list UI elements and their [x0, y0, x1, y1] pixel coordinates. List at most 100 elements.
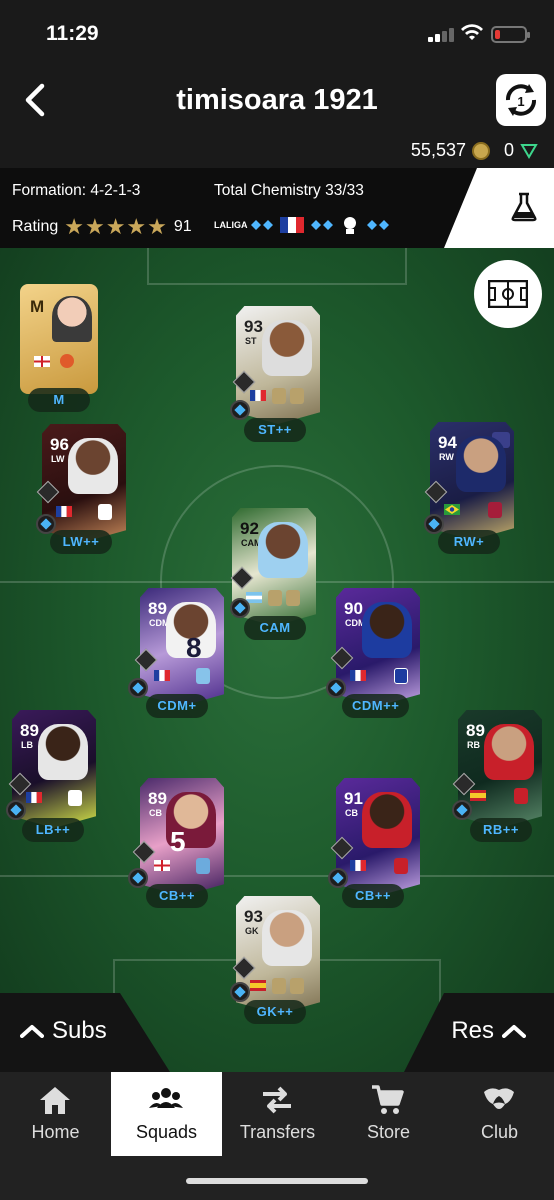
player-photo	[262, 320, 312, 376]
tab-label: Squads	[135, 1122, 198, 1142]
club-icon	[484, 1088, 514, 1109]
signal-icon	[428, 26, 456, 42]
manager-photo	[52, 296, 92, 342]
chemistry-icon	[230, 400, 250, 420]
lazio-crest	[196, 668, 210, 684]
player-rating: 89	[20, 721, 39, 740]
manager-rating: M	[30, 297, 45, 316]
position-label-rb: RB++	[470, 818, 532, 842]
france-flag-icon	[26, 792, 42, 803]
squad-swap-button[interactable]: 1	[496, 74, 546, 126]
home-icon	[40, 1087, 70, 1114]
tab-transfers[interactable]: Transfers	[222, 1072, 333, 1156]
chemistry-icon	[36, 514, 56, 534]
player-rating: 94	[438, 433, 457, 452]
real-madrid-crest	[98, 504, 112, 520]
clock: 11:29	[46, 22, 99, 45]
status-bar: 11:29	[0, 0, 554, 62]
chemistry-icon	[326, 678, 346, 698]
player-rating: 91	[344, 789, 363, 808]
pitch: M M 93 ST ST++ 96 LW LW++ 94 RW RW+ 92 C…	[0, 248, 554, 1072]
tab-home[interactable]: Home	[0, 1072, 111, 1156]
position-label-lb: LB++	[22, 818, 84, 842]
position-label-rw: RW+	[438, 530, 500, 554]
player-card-cb-left[interactable]: 89 CB 5	[140, 778, 224, 896]
tab-store[interactable]: Store	[333, 1072, 444, 1156]
player-photo	[262, 910, 312, 966]
player-rating: 89	[148, 599, 167, 618]
real-madrid-crest	[68, 790, 82, 806]
man-united-crest	[394, 858, 408, 874]
barcelona-crest	[488, 502, 502, 518]
england-flag-icon	[154, 860, 170, 871]
chem-diamond-icon	[251, 220, 273, 230]
sync-icon: 1	[506, 84, 536, 116]
header: timisoara 1921 1 55,537 0	[0, 62, 554, 168]
spain-flag-icon	[250, 980, 266, 991]
position-label-cdm-left: CDM+	[146, 694, 208, 718]
subs-label: Subs	[52, 1017, 107, 1044]
player-card-cb-right[interactable]: 91 CB	[336, 778, 420, 896]
position-label-cdm-right: CDM++	[342, 694, 410, 718]
currency-display: 55,537 0	[411, 140, 538, 161]
tab-label: Transfers	[239, 1122, 316, 1142]
france-flag-icon	[250, 390, 266, 401]
squad-info-bar: Formation: 4-2-1-3 Total Chemistry 33/33…	[0, 168, 554, 248]
icon-crest	[272, 978, 286, 994]
tab-label: Home	[31, 1122, 80, 1142]
england-flag-icon	[34, 356, 50, 367]
chemistry-icon	[424, 514, 444, 534]
player-photo	[362, 602, 412, 658]
shirt-number: 8	[186, 632, 202, 663]
shirt-number: 5	[170, 826, 186, 857]
player-position: LW	[51, 454, 65, 464]
reserves-label: Res	[451, 1017, 494, 1044]
icon-crest	[286, 590, 300, 606]
player-position: RW	[439, 452, 454, 462]
player-photo	[362, 792, 412, 848]
player-card-cdm-left[interactable]: 89 CDM 8	[140, 588, 224, 706]
icon-crest	[290, 978, 304, 994]
position-label-cam: CAM	[244, 616, 306, 640]
transfers-icon	[263, 1086, 291, 1114]
france-flag-icon	[154, 670, 170, 681]
player-rating: 96	[50, 435, 69, 454]
player-card-cdm-right[interactable]: 90 CDM	[336, 588, 420, 706]
player-position: RB	[467, 740, 480, 750]
wifi-icon	[461, 24, 483, 40]
france-flag-icon	[280, 217, 304, 233]
subs-button[interactable]: Subs	[0, 993, 170, 1072]
position-label-cb-left: CB++	[146, 884, 208, 908]
player-photo	[258, 522, 308, 578]
player-photo	[68, 438, 118, 494]
reserves-button[interactable]: Res	[404, 993, 554, 1072]
svg-text:1: 1	[517, 94, 524, 109]
chevron-up-icon	[502, 1025, 526, 1038]
formation-view-button[interactable]	[474, 260, 542, 328]
pitch-icon	[488, 280, 528, 308]
points-count: 0	[503, 140, 514, 160]
rating-value: 91	[173, 218, 192, 235]
rating-label: Rating	[12, 218, 59, 235]
player-position: LB	[21, 740, 33, 750]
tab-club[interactable]: Club	[444, 1072, 554, 1156]
player-rating: 92	[240, 519, 259, 538]
coin-icon	[471, 141, 490, 160]
argentina-flag-icon	[246, 592, 262, 603]
position-label-cb-right: CB++	[342, 884, 404, 908]
france-flag-icon	[350, 860, 366, 871]
chemistry-lab-button[interactable]	[444, 168, 554, 248]
tab-squads[interactable]: Squads	[111, 1072, 222, 1156]
manager-card[interactable]: M	[20, 284, 98, 394]
player-rating: 89	[148, 789, 167, 808]
player-rating: 93	[244, 317, 263, 336]
tab-label: Club	[480, 1122, 519, 1142]
chemistry-links: LALIGA	[214, 214, 392, 236]
man-city-crest	[196, 858, 210, 874]
position-label-lw: LW++	[50, 530, 112, 554]
premier-league-logo	[344, 217, 356, 234]
squad-rating: Rating ★★★★★ 91	[12, 214, 192, 240]
player-position: CB	[345, 808, 358, 818]
chem-diamond-icon	[367, 220, 389, 230]
player-rating: 93	[244, 907, 263, 926]
